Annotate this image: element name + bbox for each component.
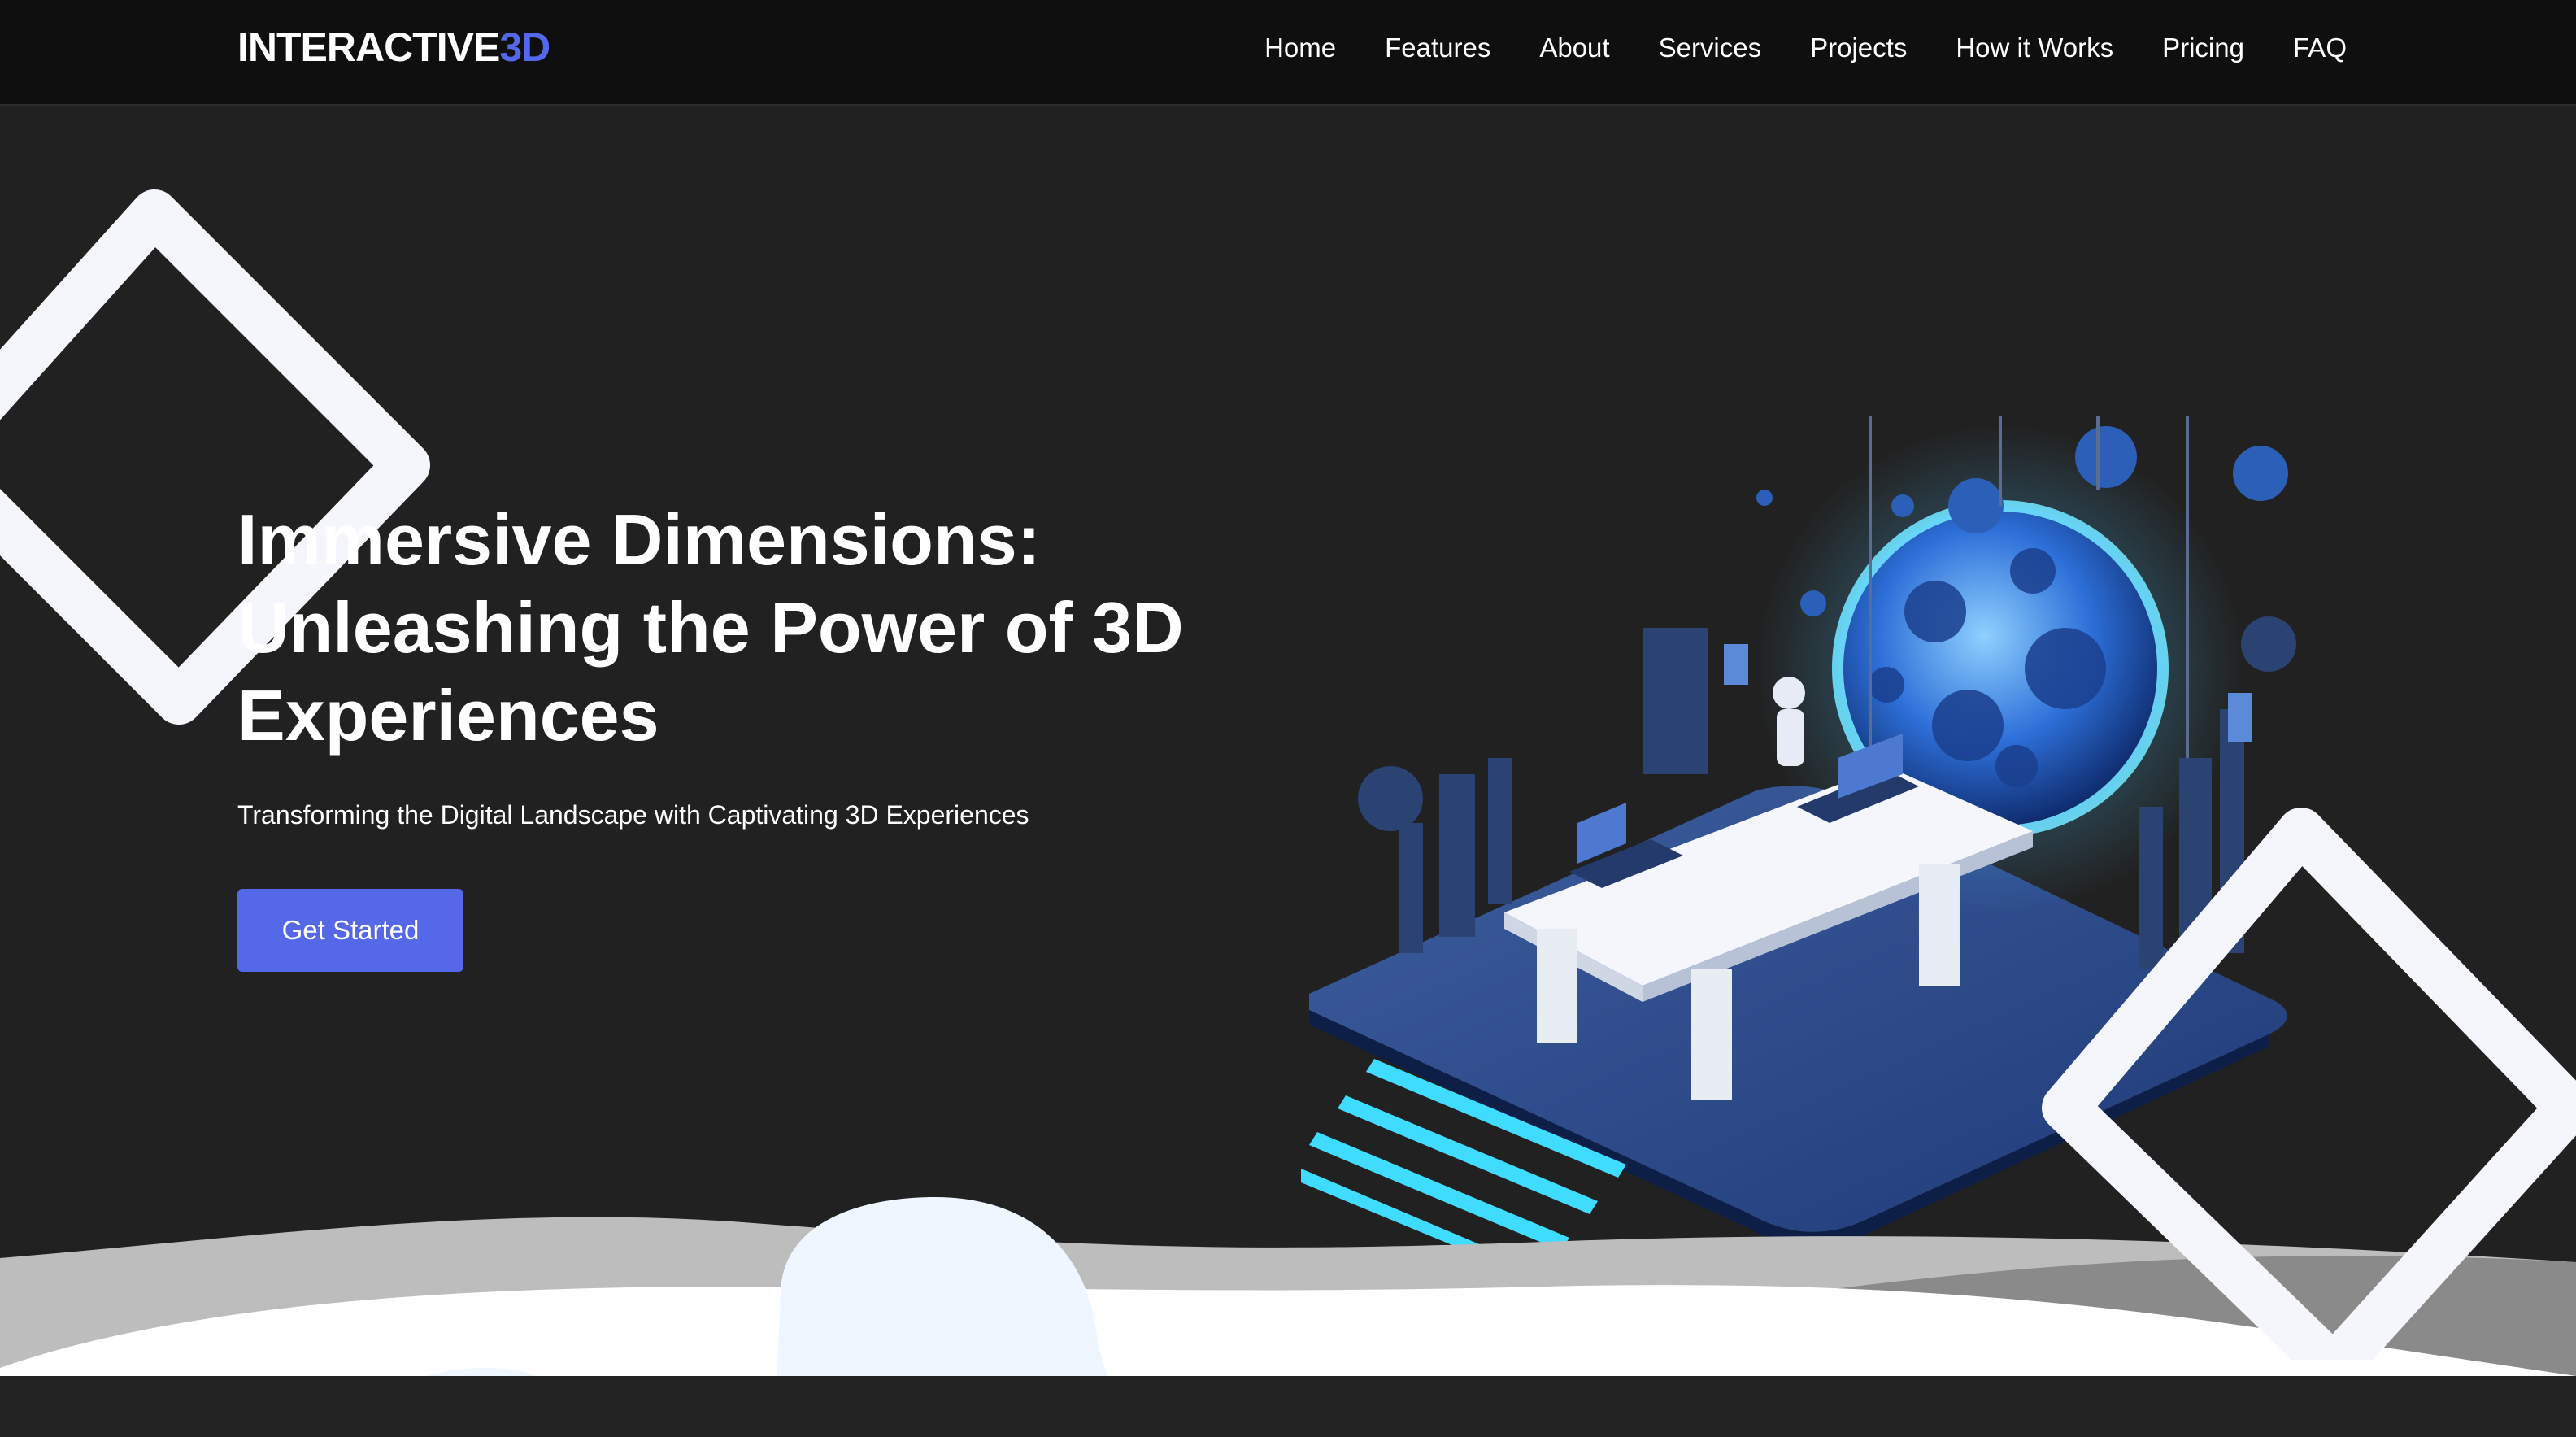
nav-how-it-works[interactable]: How it Works xyxy=(1956,29,2113,67)
nav-home[interactable]: Home xyxy=(1264,29,1336,67)
hero-title: Immersive Dimensions: Unleashing the Pow… xyxy=(237,499,1184,756)
nav-faq[interactable]: FAQ xyxy=(2293,29,2347,67)
brand-logo[interactable]: INTERACTIVE3D xyxy=(237,23,550,72)
nav-about[interactable]: About xyxy=(1539,29,1609,67)
hero-section: Immersive Dimensions: Unleashing the Pow… xyxy=(0,107,2576,1376)
get-started-button[interactable]: Get Started xyxy=(237,889,463,972)
main-nav: Home Features About Services Projects Ho… xyxy=(1264,29,2347,67)
nav-features[interactable]: Features xyxy=(1385,29,1490,67)
nav-services[interactable]: Services xyxy=(1659,29,1762,67)
brand-name-accent: 3D xyxy=(499,24,550,70)
top-navbar: INTERACTIVE3D Home Features About Servic… xyxy=(0,0,2576,106)
nav-projects[interactable]: Projects xyxy=(1810,29,1907,67)
next-section-band xyxy=(0,1376,2576,1437)
brand-name-main: INTERACTIVE xyxy=(237,24,500,70)
decorative-diamond-right xyxy=(2042,808,2576,1360)
hero-subtitle: Transforming the Digital Landscape with … xyxy=(237,800,1029,830)
nav-pricing[interactable]: Pricing xyxy=(2162,29,2244,67)
